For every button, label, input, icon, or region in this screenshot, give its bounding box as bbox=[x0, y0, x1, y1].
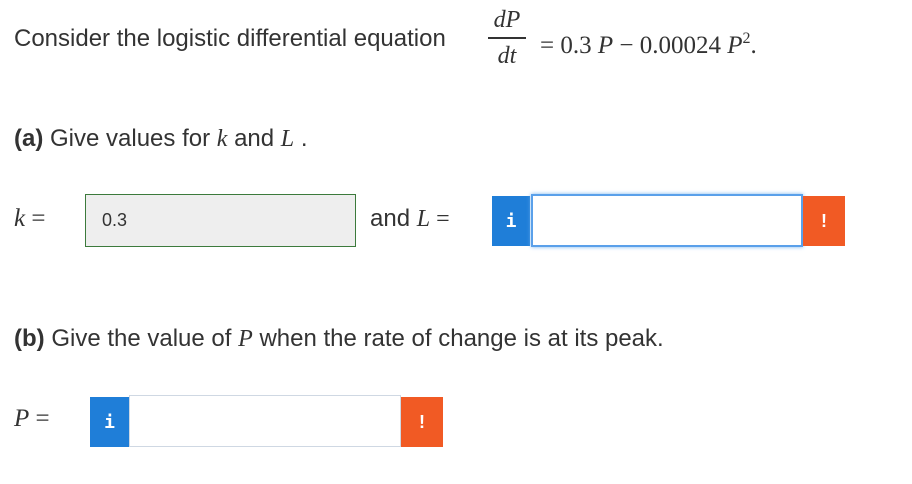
l-warning-button[interactable]: ! bbox=[803, 196, 845, 246]
rhs-var-p: P bbox=[597, 32, 614, 59]
rhs-end: . bbox=[750, 32, 757, 59]
part-a-end: . bbox=[294, 125, 308, 152]
fraction-denominator: dt bbox=[497, 42, 517, 69]
fraction-bar bbox=[488, 37, 526, 39]
part-a-k-symbol: k bbox=[216, 126, 228, 152]
p-field-label: P = bbox=[14, 404, 50, 434]
part-a-and: and bbox=[227, 125, 281, 152]
intro-text: Consider the logistic differential equat… bbox=[14, 25, 446, 52]
k-label-symbol: k bbox=[14, 205, 26, 232]
part-a-l-symbol: L bbox=[280, 126, 295, 152]
l-answer-input[interactable] bbox=[531, 194, 803, 247]
part-b-question: (b) Give the value of P when the rate of… bbox=[14, 324, 664, 354]
warning-icon: ! bbox=[821, 210, 827, 231]
p-label-equals: = bbox=[29, 405, 50, 432]
warning-icon: ! bbox=[419, 411, 425, 432]
l-label-and: and bbox=[370, 205, 417, 232]
part-a-question: (a) Give values for k and L . bbox=[14, 124, 308, 154]
l-label-equals: = bbox=[430, 206, 450, 232]
derivative-fraction: dP dt bbox=[484, 6, 530, 74]
k-answer-value: 0.3 bbox=[102, 210, 128, 230]
p-warning-button[interactable]: ! bbox=[401, 397, 443, 447]
rhs-mid: − 0.00024 bbox=[613, 32, 728, 59]
k-field-label: k = bbox=[14, 204, 45, 234]
part-b-text-end: when the rate of change is at its peak. bbox=[252, 325, 664, 352]
k-answer-field[interactable]: 0.3 bbox=[85, 194, 356, 247]
l-field-label: and L = bbox=[370, 204, 450, 234]
part-b-text: Give the value of bbox=[44, 325, 239, 352]
l-info-button[interactable]: i bbox=[492, 196, 530, 246]
l-label-symbol: L bbox=[416, 206, 431, 232]
k-label-equals: = bbox=[25, 205, 46, 232]
rhs-var-p2: P bbox=[727, 32, 743, 59]
equation-rhs: = 0.3 P − 0.00024 P2. bbox=[540, 24, 757, 61]
rhs-prefix: = 0.3 bbox=[540, 32, 598, 59]
p-answer-input[interactable] bbox=[129, 395, 401, 447]
part-b-label: (b) bbox=[14, 325, 45, 352]
rhs-exponent: 2 bbox=[742, 30, 751, 47]
info-icon: i bbox=[104, 411, 115, 433]
info-icon: i bbox=[505, 210, 517, 232]
fraction-numerator: dP bbox=[493, 7, 521, 33]
p-info-button[interactable]: i bbox=[90, 397, 129, 447]
part-a-label: (a) bbox=[14, 125, 44, 152]
part-b-p-symbol: P bbox=[238, 326, 253, 352]
part-a-text: Give values for bbox=[43, 125, 217, 152]
p-label-symbol: P bbox=[14, 405, 30, 432]
